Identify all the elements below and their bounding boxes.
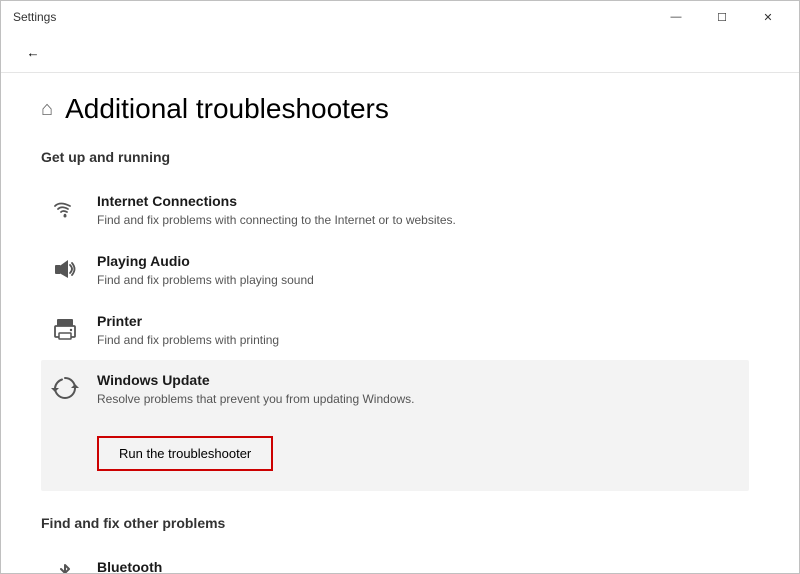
list-item-playing-audio[interactable]: Playing Audio Find and fix problems with… — [41, 241, 749, 301]
run-troubleshooter-button[interactable]: Run the troubleshooter — [97, 436, 273, 471]
item-info-playing-audio: Playing Audio Find and fix problems with… — [97, 253, 741, 289]
minimize-button[interactable]: — — [653, 1, 699, 33]
item-title-printer: Printer — [97, 313, 741, 329]
run-btn-container: Run the troubleshooter — [49, 424, 273, 479]
item-title-playing-audio: Playing Audio — [97, 253, 741, 269]
list-item-bluetooth[interactable]: Bluetooth Find and fix problems with Blu… — [41, 547, 749, 573]
item-desc-windows-update: Resolve problems that prevent you from u… — [97, 391, 415, 408]
window-title: Settings — [13, 10, 653, 24]
printer-icon — [49, 313, 81, 345]
content-wrapper: ⌂ Additional troubleshooters Get up and … — [1, 73, 799, 573]
title-bar: Settings — ☐ ✕ — [1, 1, 799, 33]
item-desc-playing-audio: Find and fix problems with playing sound — [97, 272, 741, 289]
nav-bar: ← — [1, 33, 799, 73]
item-info-bluetooth: Bluetooth Find and fix problems with Blu… — [97, 559, 741, 573]
page-title: Additional troubleshooters — [65, 93, 389, 125]
item-desc-internet-connections: Find and fix problems with connecting to… — [97, 212, 741, 229]
list-item-windows-update[interactable]: Windows Update Resolve problems that pre… — [41, 360, 749, 491]
windows-update-main: Windows Update Resolve problems that pre… — [49, 372, 415, 408]
bluetooth-icon — [49, 559, 81, 573]
section-get-up-running: Get up and running Internet Connect — [41, 149, 749, 491]
window-controls: — ☐ ✕ — [653, 1, 791, 33]
close-button[interactable]: ✕ — [745, 1, 791, 33]
list-item-printer[interactable]: Printer Find and fix problems with print… — [41, 301, 749, 361]
section-find-fix-problems: Find and fix other problems Bluetooth Fi… — [41, 515, 749, 573]
item-info-windows-update: Windows Update Resolve problems that pre… — [97, 372, 415, 408]
settings-window: Settings — ☐ ✕ ← ⌂ Additional troublesho… — [0, 0, 800, 574]
item-title-bluetooth: Bluetooth — [97, 559, 741, 573]
item-desc-printer: Find and fix problems with printing — [97, 332, 741, 349]
section-title-get-up-running: Get up and running — [41, 149, 749, 165]
section-title-find-fix-problems: Find and fix other problems — [41, 515, 749, 531]
item-title-internet-connections: Internet Connections — [97, 193, 741, 209]
back-button[interactable]: ← — [17, 37, 49, 69]
audio-icon — [49, 253, 81, 285]
item-info-internet-connections: Internet Connections Find and fix proble… — [97, 193, 741, 229]
home-icon: ⌂ — [41, 98, 53, 121]
windows-update-icon — [49, 372, 81, 404]
list-item-internet-connections[interactable]: Internet Connections Find and fix proble… — [41, 181, 749, 241]
maximize-button[interactable]: ☐ — [699, 1, 745, 33]
page-header: ⌂ Additional troubleshooters — [41, 93, 749, 125]
item-info-printer: Printer Find and fix problems with print… — [97, 313, 741, 349]
main-content: ⌂ Additional troubleshooters Get up and … — [1, 73, 799, 573]
wifi-icon — [49, 193, 81, 225]
item-title-windows-update: Windows Update — [97, 372, 415, 388]
